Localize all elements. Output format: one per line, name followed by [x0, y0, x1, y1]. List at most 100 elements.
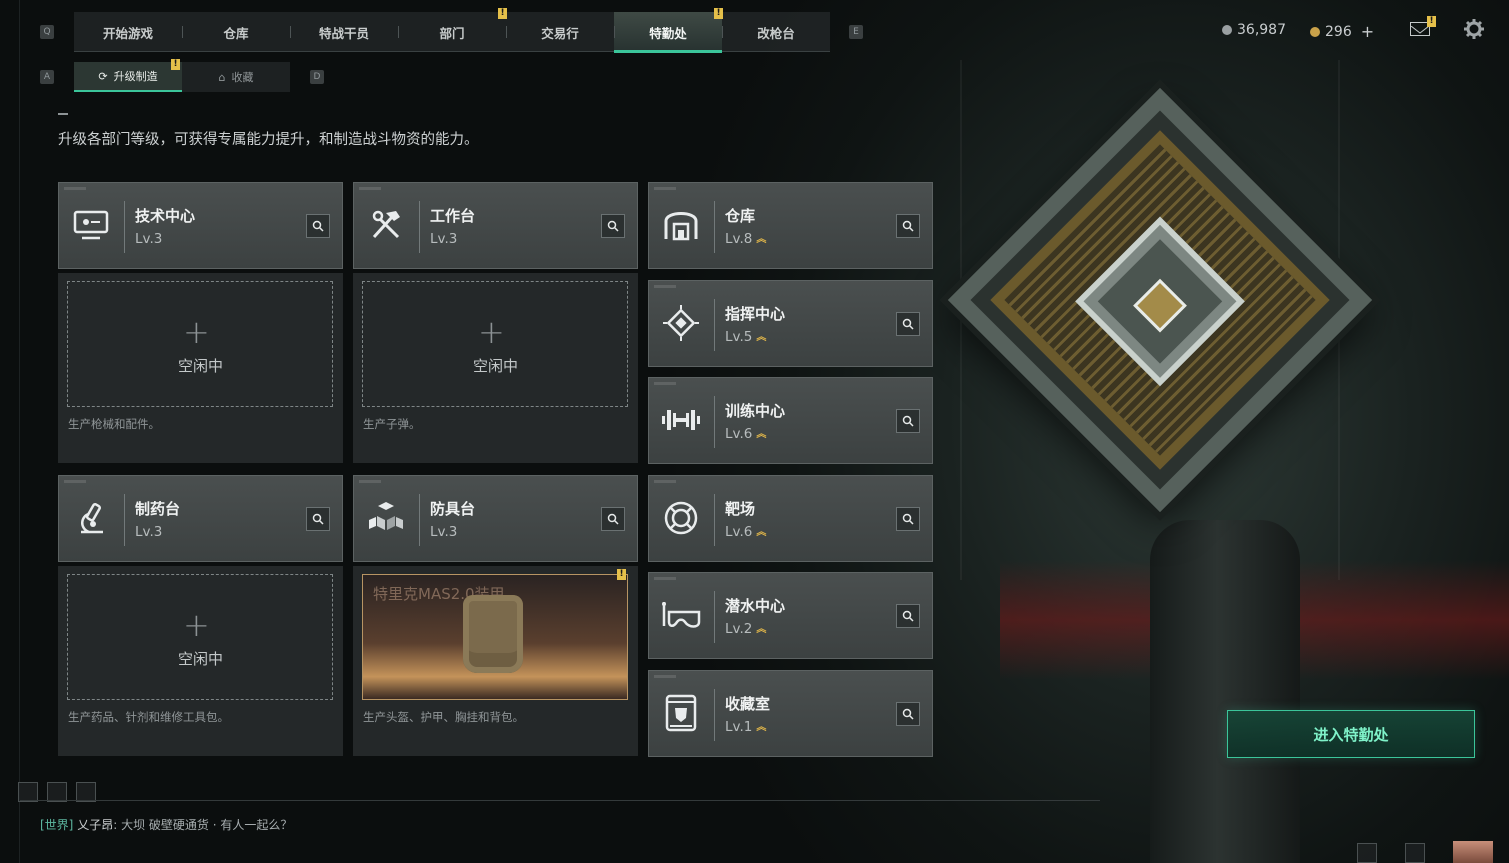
dept-name: 制药台	[135, 500, 181, 518]
inspect-search-icon[interactable]	[601, 507, 625, 531]
dept-card-training-center[interactable]: 训练中心 Lv.6 ︽	[648, 377, 933, 464]
coin-icon	[1222, 25, 1232, 35]
add-plus-icon: +	[478, 313, 505, 351]
dept-name: 仓库	[725, 207, 756, 225]
cubes-icon	[366, 498, 406, 538]
dept-level: Lv.3	[135, 524, 163, 540]
dept-card-command-center[interactable]: 指挥中心 Lv.5 ︽	[648, 280, 933, 367]
inspect-search-icon[interactable]	[306, 214, 330, 238]
goggles-icon	[661, 595, 701, 635]
dept-level: Lv.6 ︽	[725, 426, 767, 442]
trophy-case-icon	[661, 693, 701, 733]
dept-level: Lv.6 ︽	[725, 524, 767, 540]
quick-slot[interactable]	[18, 782, 38, 802]
dept-card-tech-center[interactable]: 技术中心 Lv.3	[58, 182, 343, 269]
dept-level: Lv.3	[430, 231, 458, 247]
chip-icon	[661, 303, 701, 343]
dept-level: Lv.1 ︽	[725, 719, 767, 735]
bottom-slot[interactable]	[1357, 843, 1377, 863]
microscope-icon	[71, 498, 111, 538]
production-slot-tech-center[interactable]: + 空闲中 生产枪械和配件。	[58, 273, 343, 463]
key-hint-e: E	[849, 25, 863, 39]
key-hint-q: Q	[40, 25, 54, 39]
tab-operators[interactable]: 特战干员	[290, 12, 398, 52]
premium-coin-icon	[1310, 26, 1320, 37]
inspect-search-icon[interactable]	[896, 507, 920, 531]
dept-name: 收藏室	[725, 695, 771, 713]
dept-name: 指挥中心	[725, 305, 786, 323]
add-plus-icon: +	[183, 313, 210, 351]
dept-level: Lv.3	[135, 231, 163, 247]
enter-special-ops-button[interactable]: 进入特勤处	[1227, 710, 1475, 758]
alert-badge: !	[617, 569, 626, 580]
dept-level: Lv.2 ︽	[725, 621, 767, 637]
inspect-search-icon[interactable]	[896, 214, 920, 238]
dept-name: 工作台	[430, 207, 476, 225]
tab-departments[interactable]: 部门 !	[398, 8, 507, 52]
dept-level: Lv.5 ︽	[725, 329, 767, 345]
add-plus-icon: +	[183, 606, 210, 644]
inspect-search-icon[interactable]	[896, 604, 920, 628]
inspect-search-icon[interactable]	[896, 702, 920, 726]
key-hint-d: D	[310, 70, 324, 84]
dept-name: 靶场	[725, 500, 756, 518]
production-slot-workbench[interactable]: + 空闲中 生产子弹。	[353, 273, 638, 463]
computer-icon	[71, 205, 111, 245]
currency-coins: 36,987	[1222, 22, 1286, 38]
subtab-collection[interactable]: ⌂ 收藏	[182, 62, 290, 92]
inspect-search-icon[interactable]	[306, 507, 330, 531]
upgrade-available-icon: ︽	[756, 623, 767, 635]
tab-gunsmith[interactable]: 改枪台	[722, 12, 830, 52]
slot-note: 生产药品、针剂和维修工具包。	[68, 710, 229, 724]
subtab-upgrade-craft[interactable]: ⟳ 升级制造 !	[74, 59, 182, 92]
production-slot-pharmacy[interactable]: + 空闲中 生产药品、针剂和维修工具包。	[58, 566, 343, 756]
alert-badge: !	[171, 59, 180, 70]
dept-card-pharmacy[interactable]: 制药台 Lv.3	[58, 475, 343, 562]
add-currency-button[interactable]: +	[1361, 22, 1374, 41]
page-description: 升级各部门等级，可获得专属能力提升，和制造战斗物资的能力。	[58, 132, 479, 148]
key-hint-a: A	[40, 70, 54, 84]
craft-icon: ⟳	[98, 69, 108, 83]
avatar[interactable]	[1453, 841, 1493, 863]
slot-status: 空闲中	[177, 357, 223, 375]
inspect-search-icon[interactable]	[601, 214, 625, 238]
upgrade-available-icon: ︽	[756, 233, 767, 245]
dept-card-collection-room[interactable]: 收藏室 Lv.1 ︽	[648, 670, 933, 757]
dept-name: 技术中心	[135, 207, 196, 225]
chat-text: : 大坝 破壁硬通货 · 有人一起么？	[113, 818, 293, 832]
slot-note: 生产子弹。	[363, 417, 421, 431]
dept-card-shooting-range[interactable]: 靶场 Lv.6 ︽	[648, 475, 933, 562]
dept-card-armor-bench[interactable]: 防具台 Lv.3	[353, 475, 638, 562]
dept-card-warehouse[interactable]: 仓库 Lv.8 ︽	[648, 182, 933, 269]
dept-card-diving-center[interactable]: 潜水中心 Lv.2 ︽	[648, 572, 933, 659]
settings-gear-icon[interactable]	[1463, 18, 1485, 40]
dept-level: Lv.8 ︽	[725, 231, 767, 247]
top-nav: 开始游戏 仓库 特战干员 部门 ! 交易行 特勤处 ! 改枪台	[74, 8, 830, 53]
inspect-search-icon[interactable]	[896, 409, 920, 433]
chat-channel: [世界]	[40, 818, 74, 832]
producing-item-preview[interactable]: 特里克MAS2.0装甲	[362, 574, 628, 700]
upgrade-available-icon: ︽	[756, 428, 767, 440]
upgrade-available-icon: ︽	[756, 331, 767, 343]
inspect-search-icon[interactable]	[896, 312, 920, 336]
mail-alert-badge: !	[1427, 16, 1436, 27]
dept-name: 防具台	[430, 500, 476, 518]
quick-slot[interactable]	[47, 782, 67, 802]
slot-status: 空闲中	[177, 650, 223, 668]
dept-card-workbench[interactable]: 工作台 Lv.3	[353, 182, 638, 269]
tab-start-game[interactable]: 开始游戏	[74, 12, 182, 52]
background-pillar	[1150, 520, 1300, 863]
slot-status: 空闲中	[472, 357, 518, 375]
upgrade-available-icon: ︽	[756, 721, 767, 733]
chat-message[interactable]: [世界] 乂子昂: 大坝 破壁硬通货 · 有人一起么？	[40, 816, 292, 833]
production-slot-armor-bench[interactable]: 特里克MAS2.0装甲 ! 生产头盔、护甲、胸挂和背包。	[353, 566, 638, 756]
warehouse-icon	[661, 205, 701, 245]
bottom-slot[interactable]	[1405, 843, 1425, 863]
tools-icon	[366, 205, 406, 245]
quick-slot[interactable]	[76, 782, 96, 802]
tab-special-ops[interactable]: 特勤处 !	[614, 8, 723, 53]
slot-note: 生产头盔、护甲、胸挂和背包。	[363, 710, 524, 724]
tab-market[interactable]: 交易行	[506, 12, 614, 52]
tab-warehouse[interactable]: 仓库	[182, 12, 290, 52]
dept-name: 训练中心	[725, 402, 786, 420]
